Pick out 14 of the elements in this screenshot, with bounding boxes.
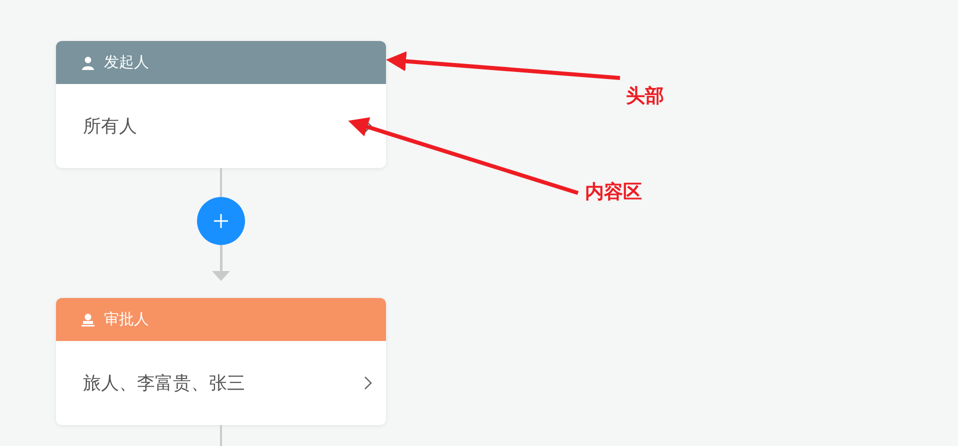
node-content: 所有人 (83, 115, 137, 138)
add-node-button[interactable] (197, 197, 245, 245)
connector-arrow (212, 245, 230, 281)
node-card[interactable]: 发起人 所有人 (56, 41, 386, 168)
node-content: 旅人、李富贵、张三 (83, 372, 245, 395)
person-icon (81, 56, 95, 70)
plus-icon (213, 213, 229, 229)
node-card[interactable]: 审批人 旅人、李富贵、张三 (56, 298, 386, 425)
chevron-right-icon[interactable] (364, 376, 372, 390)
stamp-icon (81, 312, 95, 326)
node-title: 审批人 (104, 310, 149, 329)
annotation-label: 内容区 (585, 180, 642, 205)
node-title: 发起人 (104, 53, 149, 72)
annotation-label: 头部 (626, 84, 664, 109)
